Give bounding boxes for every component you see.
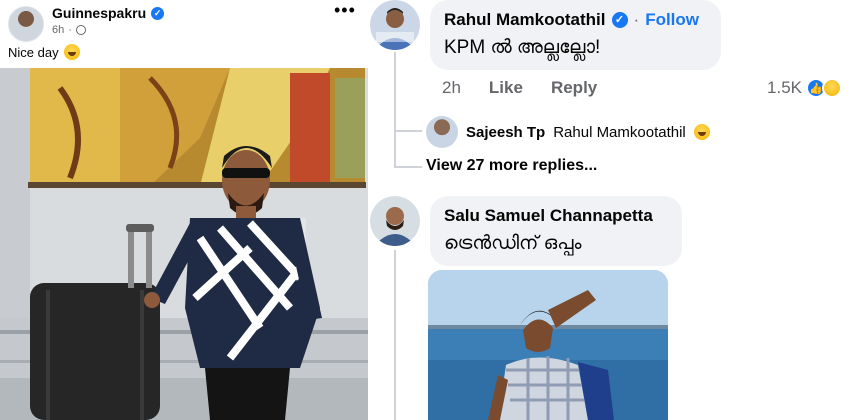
comment-bubble: Rahul Mamkootathil ✓ · Follow KPM ൽ അല്ല…: [430, 0, 721, 70]
commenter-avatar[interactable]: [370, 196, 420, 246]
post-author-avatar[interactable]: [8, 6, 44, 42]
reply-button[interactable]: Reply: [551, 78, 597, 98]
thread-line: [394, 250, 396, 420]
post-time[interactable]: 6h: [52, 24, 64, 36]
meta-dot: ·: [68, 24, 72, 36]
verified-badge-icon: ✓: [151, 6, 165, 20]
reply-author[interactable]: Sajeesh Tp: [466, 124, 545, 141]
comment-header: Rahul Mamkootathil ✓ · Follow: [444, 10, 707, 30]
comment-time[interactable]: 2h: [442, 78, 461, 98]
comment-bubble: Salu Samuel Channapetta ട്രെൻഡിന് ഒപ്പം: [430, 196, 682, 266]
thread-line-branch: [394, 130, 422, 132]
follow-button[interactable]: Follow: [645, 10, 699, 30]
reaction-count[interactable]: 1.5K: [767, 78, 802, 98]
reply-item[interactable]: Sajeesh Tp Rahul Mamkootathil: [426, 116, 710, 148]
reply-avatar[interactable]: [426, 116, 458, 148]
comment-actions: 2h Like Reply: [442, 78, 625, 98]
view-more-replies-link[interactable]: View 27 more replies...: [426, 157, 597, 175]
laughing-emoji-icon: [693, 124, 710, 140]
post-more-options-button[interactable]: •••: [334, 0, 356, 21]
comment-author[interactable]: Rahul Mamkootathil: [444, 10, 606, 30]
separator-dot: ·: [633, 10, 640, 29]
commenter-avatar[interactable]: [370, 0, 420, 50]
post-author[interactable]: Guinnespakru ✓: [52, 5, 165, 21]
post-author-name[interactable]: Guinnespakru: [52, 5, 146, 21]
post-panel: Guinnespakru ✓ 6h · ••• Nice day: [0, 0, 368, 420]
globe-icon: [75, 25, 86, 35]
comment-text: KPM ൽ അല്ലല്ലോ!: [444, 37, 601, 58]
reaction-summary[interactable]: 1.5K 👍: [767, 78, 842, 98]
post-photo[interactable]: [0, 68, 368, 420]
thread-line-branch: [394, 166, 422, 168]
verified-badge-icon: ✓: [611, 12, 628, 28]
comment-author[interactable]: Salu Samuel Channapetta: [444, 206, 668, 226]
haha-reaction-icon: [822, 78, 842, 98]
thread-line-branch: [394, 132, 396, 168]
smile-emoji-icon: [63, 44, 80, 60]
post-caption: Nice day: [8, 44, 80, 60]
post-meta: 6h ·: [52, 24, 86, 36]
comment-image[interactable]: [428, 270, 668, 420]
comments-panel: Rahul Mamkootathil ✓ · Follow KPM ൽ അല്ല…: [368, 0, 850, 420]
post-caption-text: Nice day: [8, 44, 59, 60]
thread-line: [394, 52, 396, 132]
comment-text: ട്രെൻഡിന് ഒപ്പം: [444, 233, 582, 254]
like-button[interactable]: Like: [489, 78, 523, 98]
reply-mention[interactable]: Rahul Mamkootathil: [553, 124, 686, 141]
